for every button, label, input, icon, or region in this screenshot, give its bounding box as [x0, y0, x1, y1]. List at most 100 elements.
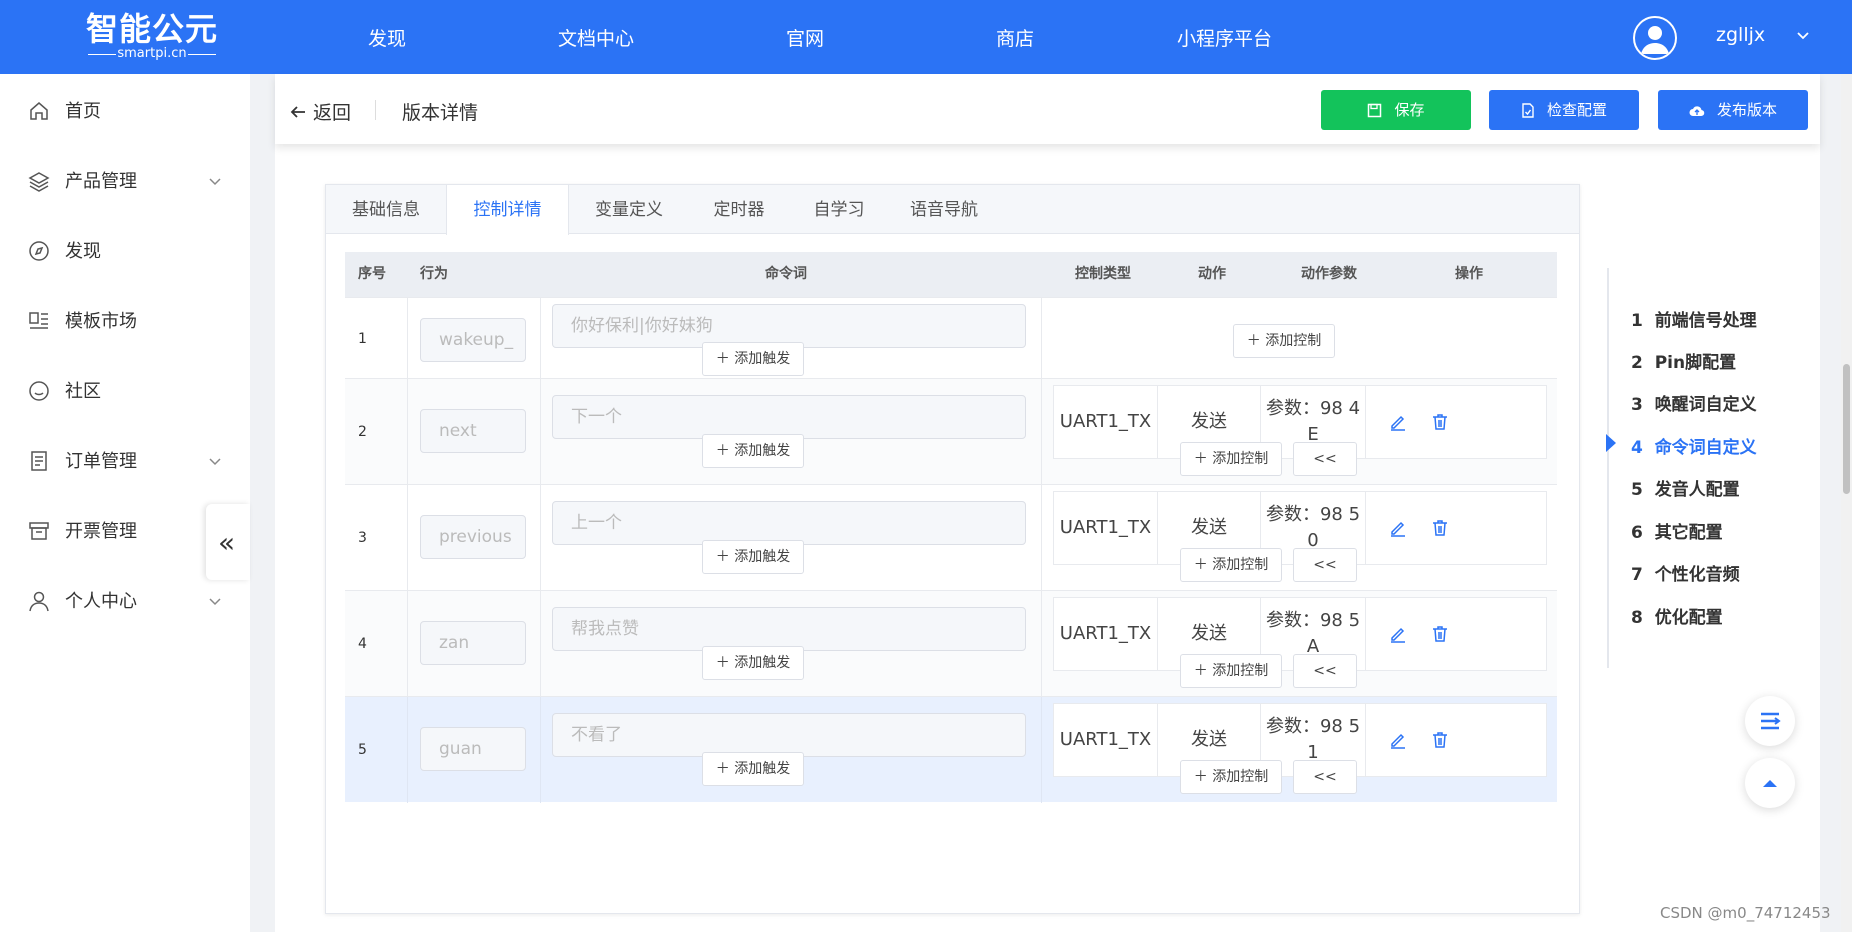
- sidebar-item-orders[interactable]: 订单管理: [0, 432, 250, 488]
- publish-label: 发布版本: [1716, 101, 1777, 119]
- anchor-item[interactable]: 5 发音人配置: [1631, 475, 1740, 500]
- sidebar-item-profile[interactable]: 个人中心: [0, 572, 250, 628]
- anchor-item[interactable]: 6 其它配置: [1631, 518, 1723, 543]
- anchor-item[interactable]: 7 个性化音频: [1631, 560, 1740, 585]
- command-input[interactable]: 上一个: [552, 501, 1026, 545]
- delete-icon[interactable]: [1430, 624, 1450, 644]
- add-control-button[interactable]: ＋ 添加控制: [1233, 324, 1335, 358]
- edit-icon[interactable]: [1388, 624, 1408, 644]
- tab-timer[interactable]: 定时器: [689, 185, 789, 234]
- topnav-store[interactable]: 商店: [996, 0, 1034, 74]
- sidebar-item-label: 订单管理: [65, 451, 137, 472]
- add-control-button[interactable]: ＋ 添加控制: [1180, 548, 1282, 582]
- add-trigger-button[interactable]: ＋ 添加触发: [702, 646, 804, 680]
- delete-icon[interactable]: [1430, 412, 1450, 432]
- sidebar: 首页 产品管理 发现 模板市场 社区 订单管理 开票管理 个人中心: [0, 74, 250, 932]
- sidebar-item-templates[interactable]: 模板市场: [0, 292, 250, 348]
- check-config-button[interactable]: 检查配置: [1489, 90, 1639, 130]
- sidebar-item-label: 社区: [65, 381, 101, 402]
- command-input[interactable]: 下一个: [552, 395, 1026, 439]
- tab-voice-nav[interactable]: 语音导航: [889, 185, 999, 234]
- add-trigger-button[interactable]: ＋ 添加触发: [702, 752, 804, 786]
- command-input[interactable]: 帮我点赞: [552, 607, 1026, 651]
- anchor-item[interactable]: 1 前端信号处理: [1631, 306, 1757, 331]
- brand-name: 智能公元: [85, 10, 218, 48]
- action-input[interactable]: previous: [420, 515, 526, 559]
- collapse-button[interactable]: <<: [1293, 760, 1357, 794]
- topnav-miniprogram[interactable]: 小程序平台: [1177, 0, 1272, 74]
- add-trigger-button[interactable]: ＋ 添加触发: [702, 540, 804, 574]
- sidebar-item-products[interactable]: 产品管理: [0, 152, 250, 208]
- anchor-num: 7: [1631, 565, 1643, 585]
- chevron-down-icon[interactable]: [1796, 28, 1810, 42]
- chevron-down-icon: [209, 178, 221, 186]
- tab-variables[interactable]: 变量定义: [569, 185, 689, 234]
- template-icon: [29, 312, 48, 329]
- tab-basic-info[interactable]: 基础信息: [326, 185, 446, 234]
- anchor-label: 个性化音频: [1654, 565, 1740, 585]
- avatar[interactable]: [1633, 16, 1677, 60]
- add-trigger-button[interactable]: ＋ 添加触发: [702, 342, 804, 376]
- arrow-left-icon: [290, 106, 305, 118]
- collapse-button[interactable]: <<: [1293, 654, 1357, 688]
- anchor-item[interactable]: 8 优化配置: [1631, 603, 1723, 628]
- command-input[interactable]: 不看了: [552, 713, 1026, 757]
- edit-icon[interactable]: [1388, 518, 1408, 538]
- anchor-num: 3: [1631, 395, 1643, 415]
- delete-icon[interactable]: [1430, 518, 1450, 538]
- topnav-official[interactable]: 官网: [786, 0, 824, 74]
- add-control-button[interactable]: ＋ 添加控制: [1180, 442, 1282, 476]
- main-content: 返回 版本详情 保存 检查配置 发布版本 基础信息 控制详情 变量定义 定时器 …: [275, 74, 1820, 932]
- scrollbar-thumb[interactable]: [1843, 364, 1850, 494]
- col-act: 动作: [1198, 266, 1226, 282]
- collapse-button[interactable]: <<: [1293, 548, 1357, 582]
- action-input[interactable]: guan: [420, 727, 526, 771]
- tab-control-details[interactable]: 控制详情: [446, 185, 569, 235]
- smile-icon: [29, 381, 49, 401]
- double-chevron-left-icon: «: [218, 526, 236, 559]
- edit-icon[interactable]: [1388, 412, 1408, 432]
- tab-self-learning[interactable]: 自学习: [789, 185, 889, 234]
- toggle-anchor-button[interactable]: [1745, 696, 1795, 746]
- sidebar-item-community[interactable]: 社区: [0, 362, 250, 418]
- add-control-button[interactable]: ＋ 添加控制: [1180, 760, 1282, 794]
- collapse-button[interactable]: <<: [1293, 442, 1357, 476]
- publish-button[interactable]: 发布版本: [1658, 90, 1808, 130]
- col-act-param: 动作参数: [1301, 266, 1357, 282]
- username[interactable]: zglljx: [1716, 24, 1765, 46]
- page-scrollbar[interactable]: [1841, 74, 1852, 932]
- anchor-label: 发音人配置: [1654, 480, 1740, 500]
- action-input[interactable]: wakeup_: [420, 318, 526, 362]
- sidebar-item-label: 产品管理: [65, 171, 137, 192]
- anchor-num: 1: [1631, 311, 1643, 331]
- action-input[interactable]: next: [420, 409, 526, 453]
- anchor-item[interactable]: 3 唤醒词自定义: [1631, 390, 1757, 415]
- control-type: UART1_TX: [1054, 386, 1158, 458]
- anchor-item-active[interactable]: 4 命令词自定义: [1631, 433, 1757, 458]
- anchor-label: 命令词自定义: [1654, 438, 1757, 458]
- box-icon: [29, 522, 49, 540]
- add-trigger-label: 添加触发: [734, 655, 791, 671]
- add-trigger-label: 添加触发: [734, 351, 791, 367]
- table-row: 4 zan 帮我点赞 ＋ 添加触发 UART1_TX 发送 参数：98 5A ＋…: [345, 590, 1557, 697]
- topnav-discover[interactable]: 发现: [368, 0, 406, 74]
- back-button[interactable]: 返回: [289, 98, 351, 125]
- add-control-button[interactable]: ＋ 添加控制: [1180, 654, 1282, 688]
- topnav-docs[interactable]: 文档中心: [558, 0, 634, 74]
- brand-logo[interactable]: 智能公元 smartpi.cn: [84, 12, 220, 64]
- add-control-label: 添加控制: [1212, 557, 1269, 573]
- anchor-item[interactable]: 2 Pin脚配置: [1631, 348, 1736, 373]
- sidebar-collapse-button[interactable]: «: [206, 504, 250, 580]
- sidebar-item-label: 开票管理: [65, 521, 137, 542]
- action-input[interactable]: zan: [420, 621, 526, 665]
- back-to-top-button[interactable]: [1745, 758, 1795, 808]
- delete-icon[interactable]: [1430, 730, 1450, 750]
- control-type: UART1_TX: [1054, 598, 1158, 670]
- sidebar-item-home[interactable]: 首页: [0, 82, 250, 138]
- anchor-label: Pin脚配置: [1654, 353, 1737, 373]
- control-type: UART1_TX: [1054, 704, 1158, 776]
- sidebar-item-discover[interactable]: 发现: [0, 222, 250, 278]
- save-button[interactable]: 保存: [1321, 90, 1471, 130]
- edit-icon[interactable]: [1388, 730, 1408, 750]
- add-trigger-button[interactable]: ＋ 添加触发: [702, 434, 804, 468]
